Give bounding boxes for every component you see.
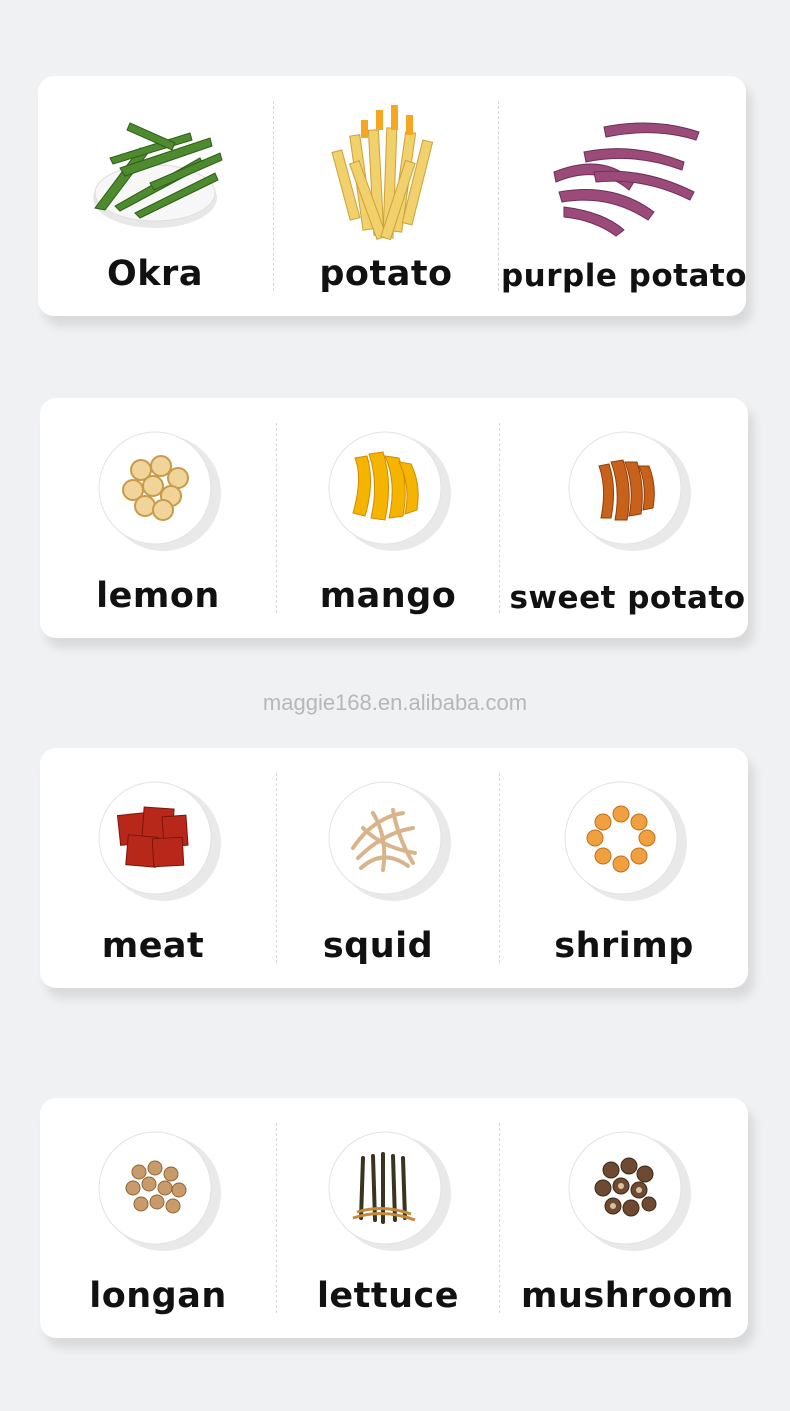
mango-icon [328,431,451,551]
item-mushroom: mushroom [500,1098,755,1338]
lettuce-icon [328,1131,451,1251]
item-label: longan [89,1276,227,1316]
item-label: sweet potato [509,580,746,616]
item-lemon: lemon [40,398,276,638]
item-label: mango [319,576,457,616]
item-mango: mango [277,398,499,638]
item-label: meat [101,926,205,966]
item-label: shrimp [554,926,694,966]
purple-potato-icon [553,122,700,237]
item-label: squid [322,926,434,966]
item-lettuce: lettuce [277,1098,499,1338]
item-label: purple potato [500,258,748,294]
mushroom-icon [568,1131,691,1251]
item-potato: potato [274,76,498,316]
item-squid: squid [277,748,499,988]
squid-shreds-icon [328,781,451,901]
okra-icon [93,122,223,228]
item-label: lettuce [316,1276,460,1316]
item-label: Okra [107,254,203,294]
shrimp-icon [564,781,687,901]
sweet-potato-icon [568,431,691,551]
item-meat: meat [40,748,276,988]
meat-jerky-icon [98,781,221,901]
lemon-slices-icon [98,431,221,551]
watermark: maggie168.en.alibaba.com [262,690,528,715]
item-shrimp: shrimp [500,748,748,988]
product-card-3: meat squid shrimp [40,748,748,988]
item-okra: Okra [38,76,272,316]
item-label: mushroom [521,1276,734,1316]
item-purple-potato: purple potato [499,76,749,316]
item-label: lemon [96,576,220,616]
item-label: potato [319,254,453,294]
item-sweet-potato: sweet potato [500,398,755,638]
potato-fries-icon [331,105,434,241]
product-card-4: longan lettuce mushroom [40,1098,748,1338]
longan-icon [98,1131,221,1251]
product-card-1: Okra potato purple potato [38,76,749,316]
product-card-2: lemon mango sweet potato [40,398,748,638]
item-longan: longan [40,1098,276,1338]
